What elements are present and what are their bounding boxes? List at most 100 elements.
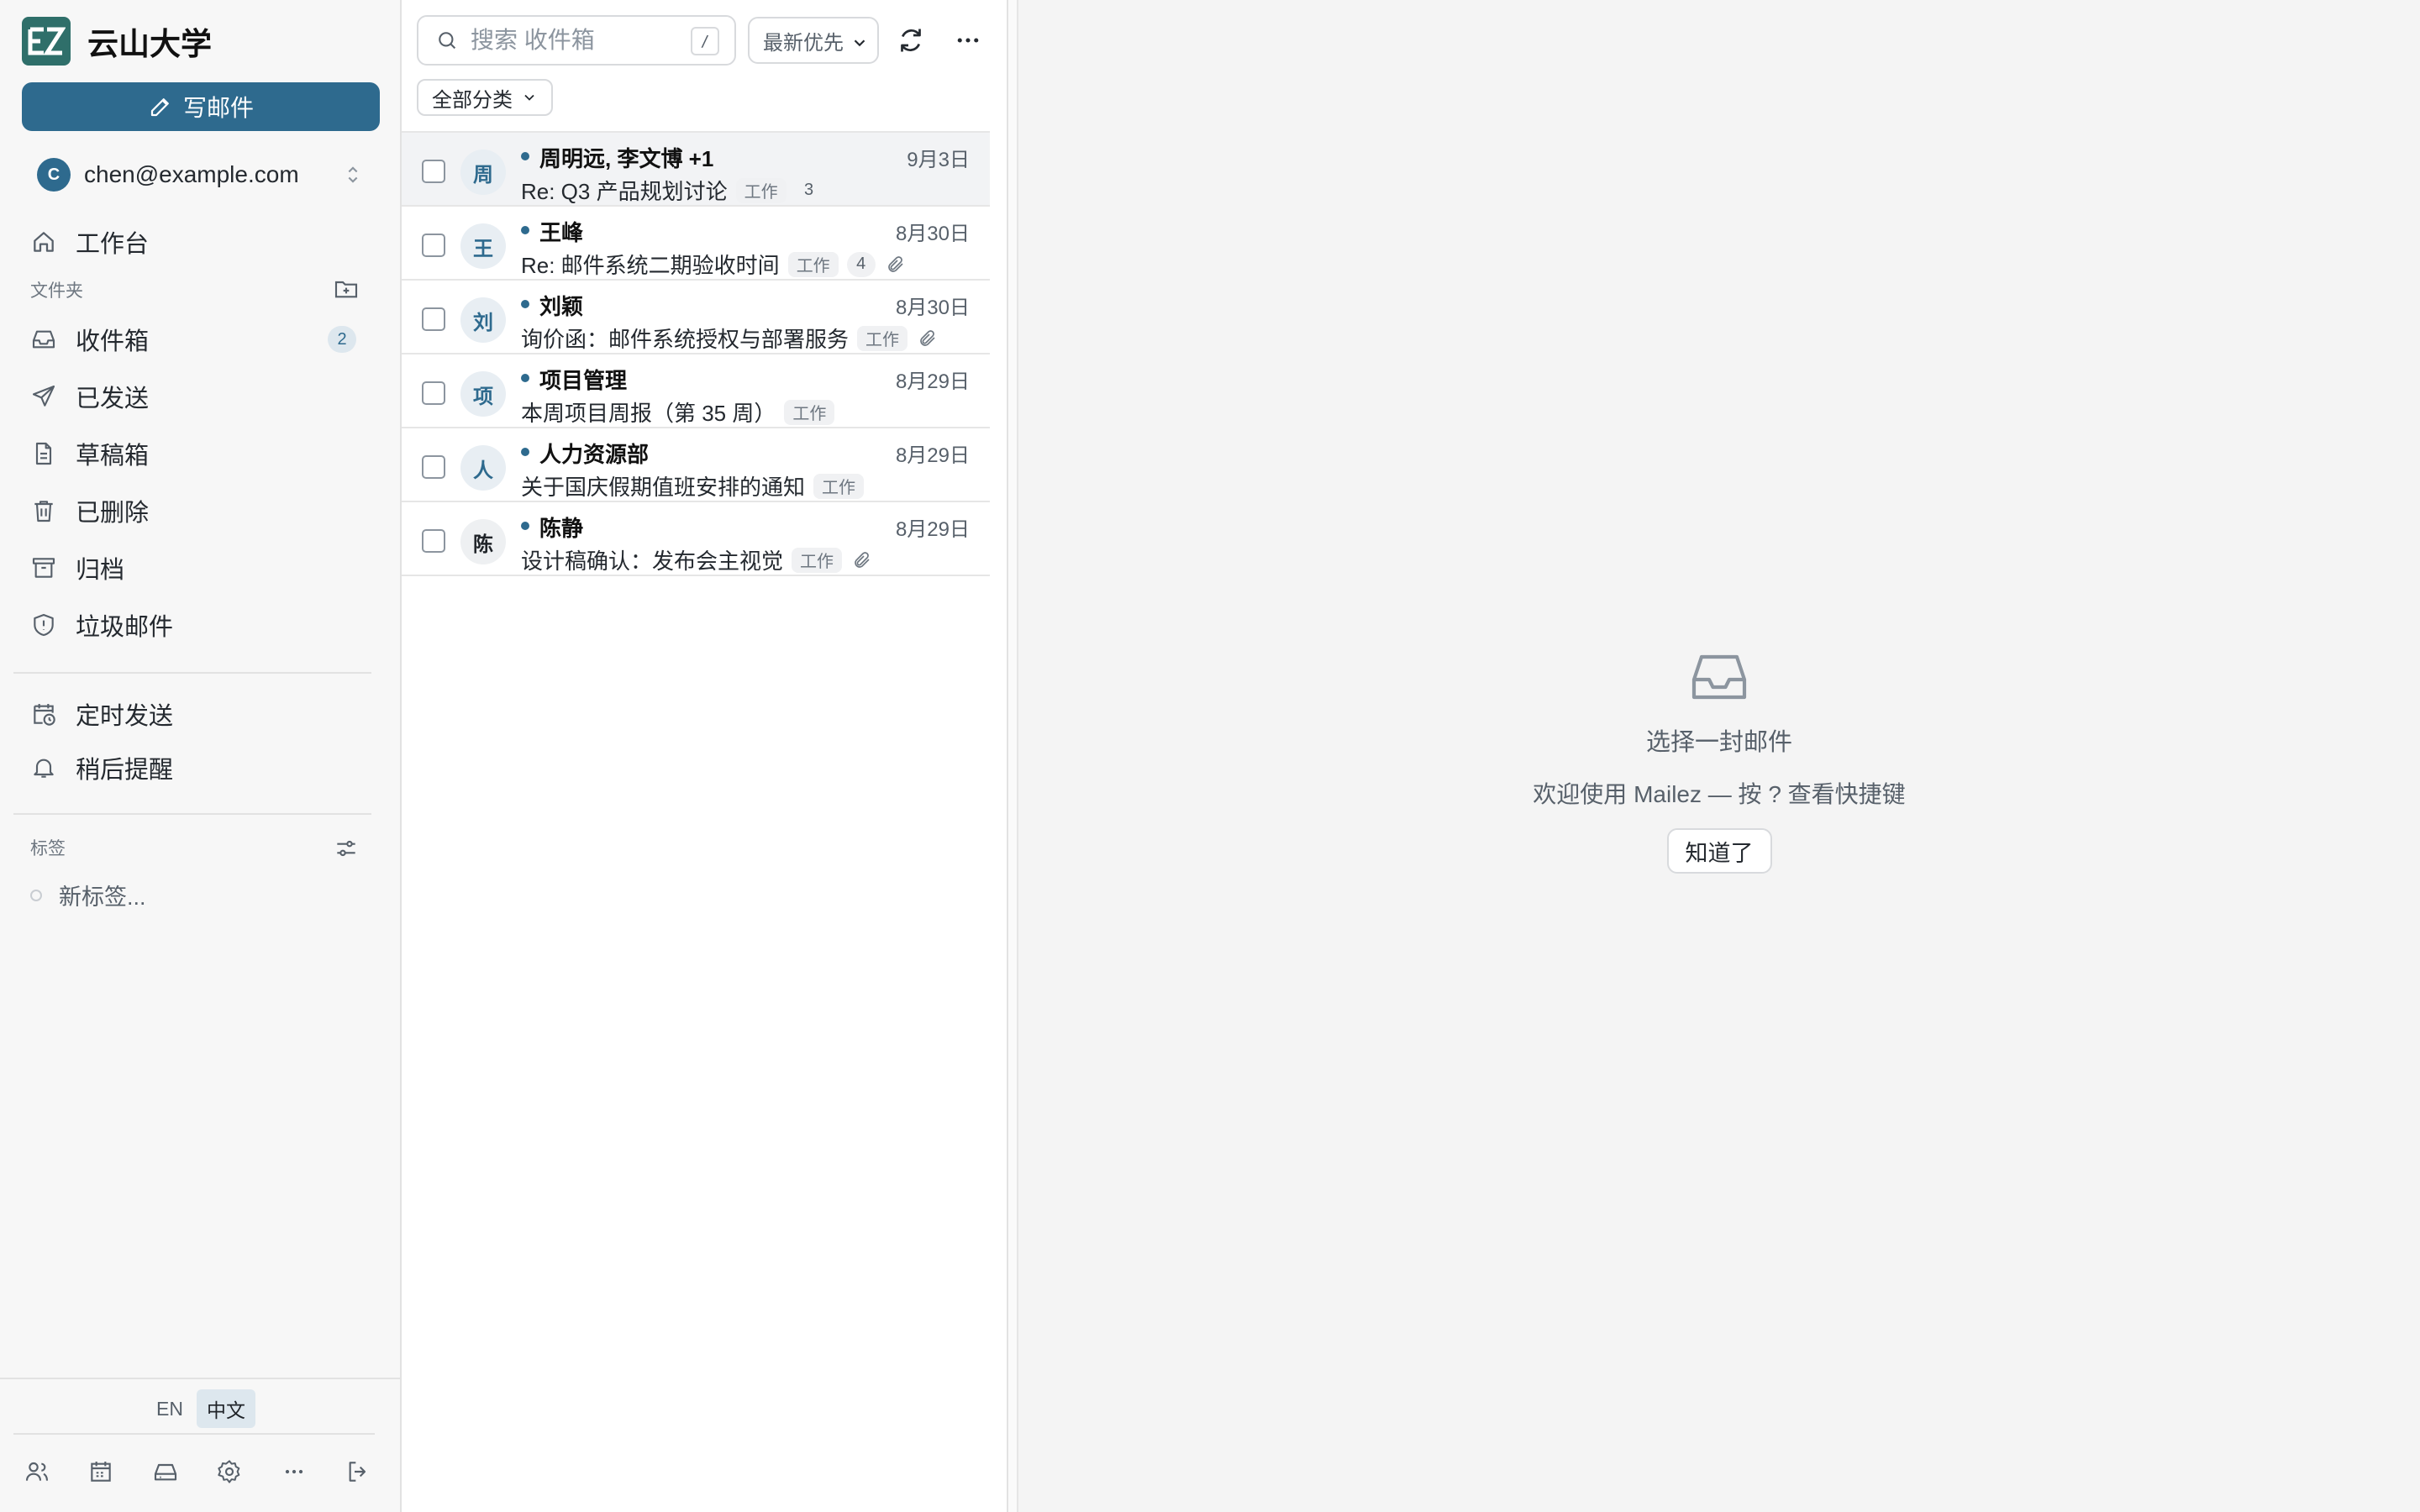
- unread-dot: [521, 448, 529, 456]
- mail-row[interactable]: 刘 刘颖 8月30日 询价函：邮件系统授权与部署服务 工作: [402, 281, 990, 354]
- tag-dot-icon: [30, 889, 42, 901]
- subject-line: 本周项目周报（第 35 周） 工作: [521, 396, 835, 428]
- logo-ez-icon: [28, 27, 66, 55]
- home-icon: [34, 232, 54, 252]
- sender-avatar: 王: [460, 223, 506, 269]
- mail-list-pane: / 最新优先 全部分类 周 周明远, 李文博 +1 9月3日 Re: Q3 产品…: [402, 0, 1008, 1512]
- search-box[interactable]: /: [417, 15, 736, 66]
- refresh-button[interactable]: [892, 22, 929, 59]
- row-checkbox[interactable]: [422, 307, 445, 331]
- lang-en[interactable]: EN: [146, 1393, 193, 1425]
- row-checkbox[interactable]: [422, 529, 445, 553]
- row-checkbox[interactable]: [422, 234, 445, 257]
- subject-line: Re: Q3 产品规划讨论 工作 3: [521, 175, 823, 206]
- sidebar-item-label: 归档: [76, 557, 125, 584]
- calendar-button[interactable]: [84, 1455, 118, 1488]
- new-tag-button[interactable]: 新标签...: [30, 879, 146, 911]
- add-folder-icon[interactable]: [333, 276, 360, 302]
- sidebar-item-label: 垃圾邮件: [76, 614, 174, 641]
- compose-label: 写邮件: [182, 95, 254, 121]
- mail-row[interactable]: 王 王峰 8月30日 Re: 邮件系统二期验收时间 工作 4: [402, 207, 990, 281]
- category-tag: 工作: [787, 251, 839, 277]
- sender-name: 周明远, 李文博 +1: [539, 146, 714, 171]
- calendar-clock-icon: [34, 704, 55, 726]
- sidebar-item-scheduled[interactable]: 定时发送: [13, 689, 388, 739]
- search-input[interactable]: [471, 27, 681, 54]
- paperclip-icon: [887, 255, 903, 272]
- sidebar-item-drafts[interactable]: 草稿箱: [13, 428, 388, 479]
- account-switcher[interactable]: C chen@example.com: [22, 150, 380, 200]
- category-filter[interactable]: 全部分类: [417, 79, 553, 116]
- gear-icon: [218, 1460, 240, 1483]
- category-tag: 工作: [735, 177, 786, 203]
- sidebar-item-archive[interactable]: 归档: [13, 543, 388, 593]
- sliders-icon[interactable]: [333, 835, 360, 862]
- sidebar-item-trash[interactable]: 已删除: [13, 486, 388, 536]
- thread-count: 4: [846, 251, 876, 277]
- search-icon: [439, 32, 456, 50]
- reading-pane: 选择一封邮件 欢迎使用 Mailez — 按 ? 查看快捷键 知道了: [1018, 0, 2420, 1512]
- mail-date: 8月30日: [895, 223, 970, 245]
- sidebar-item-label: 已删除: [76, 500, 150, 527]
- logout-button[interactable]: [341, 1455, 375, 1488]
- lang-zh[interactable]: 中文: [196, 1389, 255, 1428]
- mail-row[interactable]: 陈 陈静 8月29日 设计稿确认：发布会主视觉 工作: [402, 502, 990, 576]
- category-tag: 工作: [792, 547, 843, 573]
- category-filter-label: 全部分类: [432, 88, 513, 112]
- row-checkbox[interactable]: [422, 455, 445, 479]
- category-tag: 工作: [784, 399, 835, 425]
- mail-date: 8月29日: [895, 444, 970, 467]
- storage-button[interactable]: [149, 1455, 182, 1488]
- row-checkbox[interactable]: [422, 381, 445, 405]
- mail-row[interactable]: 周 周明远, 李文博 +1 9月3日 Re: Q3 产品规划讨论 工作 3: [402, 133, 990, 207]
- mail-row[interactable]: 人 人力资源部 8月29日 关于国庆假期值班安排的通知 工作: [402, 428, 990, 502]
- settings-button[interactable]: [213, 1455, 246, 1488]
- empty-state-title: 选择一封邮件: [1645, 729, 1792, 756]
- brand-logo: [22, 17, 71, 66]
- sender-avatar: 项: [460, 371, 506, 417]
- sidebar-item-sent[interactable]: 已发送: [13, 371, 388, 422]
- attachment-indicator: [886, 255, 906, 275]
- unread-dot: [521, 300, 529, 308]
- mail-subject: 本周项目周报（第 35 周）: [521, 401, 776, 426]
- sidebar-item-label: 稍后提醒: [76, 757, 174, 784]
- mail-row[interactable]: 项 项目管理 8月29日 本周项目周报（第 35 周） 工作: [402, 354, 990, 428]
- row-checkbox[interactable]: [422, 160, 445, 183]
- sidebar-item-spam[interactable]: 垃圾邮件: [13, 600, 388, 650]
- mail-subject: 设计稿确认：发布会主视觉: [521, 549, 784, 574]
- more-horizontal-icon: [957, 38, 979, 43]
- thread-count: 3: [804, 181, 814, 199]
- sort-select[interactable]: 最新优先: [748, 17, 879, 64]
- sort-selected-value: 最新优先: [763, 31, 844, 55]
- new-tag-label: 新标签...: [59, 885, 146, 910]
- calendar-icon: [91, 1462, 112, 1482]
- sender-avatar: 陈: [460, 519, 506, 564]
- paperclip-icon: [855, 551, 870, 568]
- unread-dot: [521, 152, 529, 160]
- empty-state: 选择一封邮件 欢迎使用 Mailez — 按 ? 查看快捷键 知道了: [1018, 652, 2420, 874]
- nav-workbench-label: 工作台: [76, 231, 150, 258]
- sender-avatar: 周: [460, 150, 506, 195]
- list-more-button[interactable]: [950, 22, 986, 59]
- more-horizontal-icon: [285, 1469, 302, 1474]
- mail-subject: 询价函：邮件系统授权与部署服务: [521, 327, 850, 352]
- got-it-button[interactable]: 知道了: [1666, 828, 1772, 874]
- nav-workbench[interactable]: 工作台: [13, 217, 388, 267]
- sidebar-item-label: 已发送: [76, 386, 150, 412]
- pane-splitter[interactable]: [1008, 0, 1018, 1512]
- sender-name: 陈静: [539, 516, 584, 541]
- more-button[interactable]: [277, 1455, 311, 1488]
- compose-button[interactable]: 写邮件: [22, 82, 380, 131]
- archive-icon: [32, 558, 55, 578]
- sidebar-item-label: 定时发送: [76, 703, 174, 730]
- sidebar-item-inbox[interactable]: 收件箱 2: [13, 314, 388, 365]
- paperclip-icon: [920, 329, 935, 346]
- shield-icon: [34, 613, 54, 637]
- sidebar-item-snoozed[interactable]: 稍后提醒: [13, 743, 388, 793]
- unread-dot: [521, 522, 529, 530]
- contacts-button[interactable]: [20, 1455, 54, 1488]
- sidebar-divider: [13, 672, 371, 674]
- draft-icon: [35, 442, 52, 465]
- sender-name: 人力资源部: [539, 442, 650, 467]
- trash-icon: [34, 501, 53, 522]
